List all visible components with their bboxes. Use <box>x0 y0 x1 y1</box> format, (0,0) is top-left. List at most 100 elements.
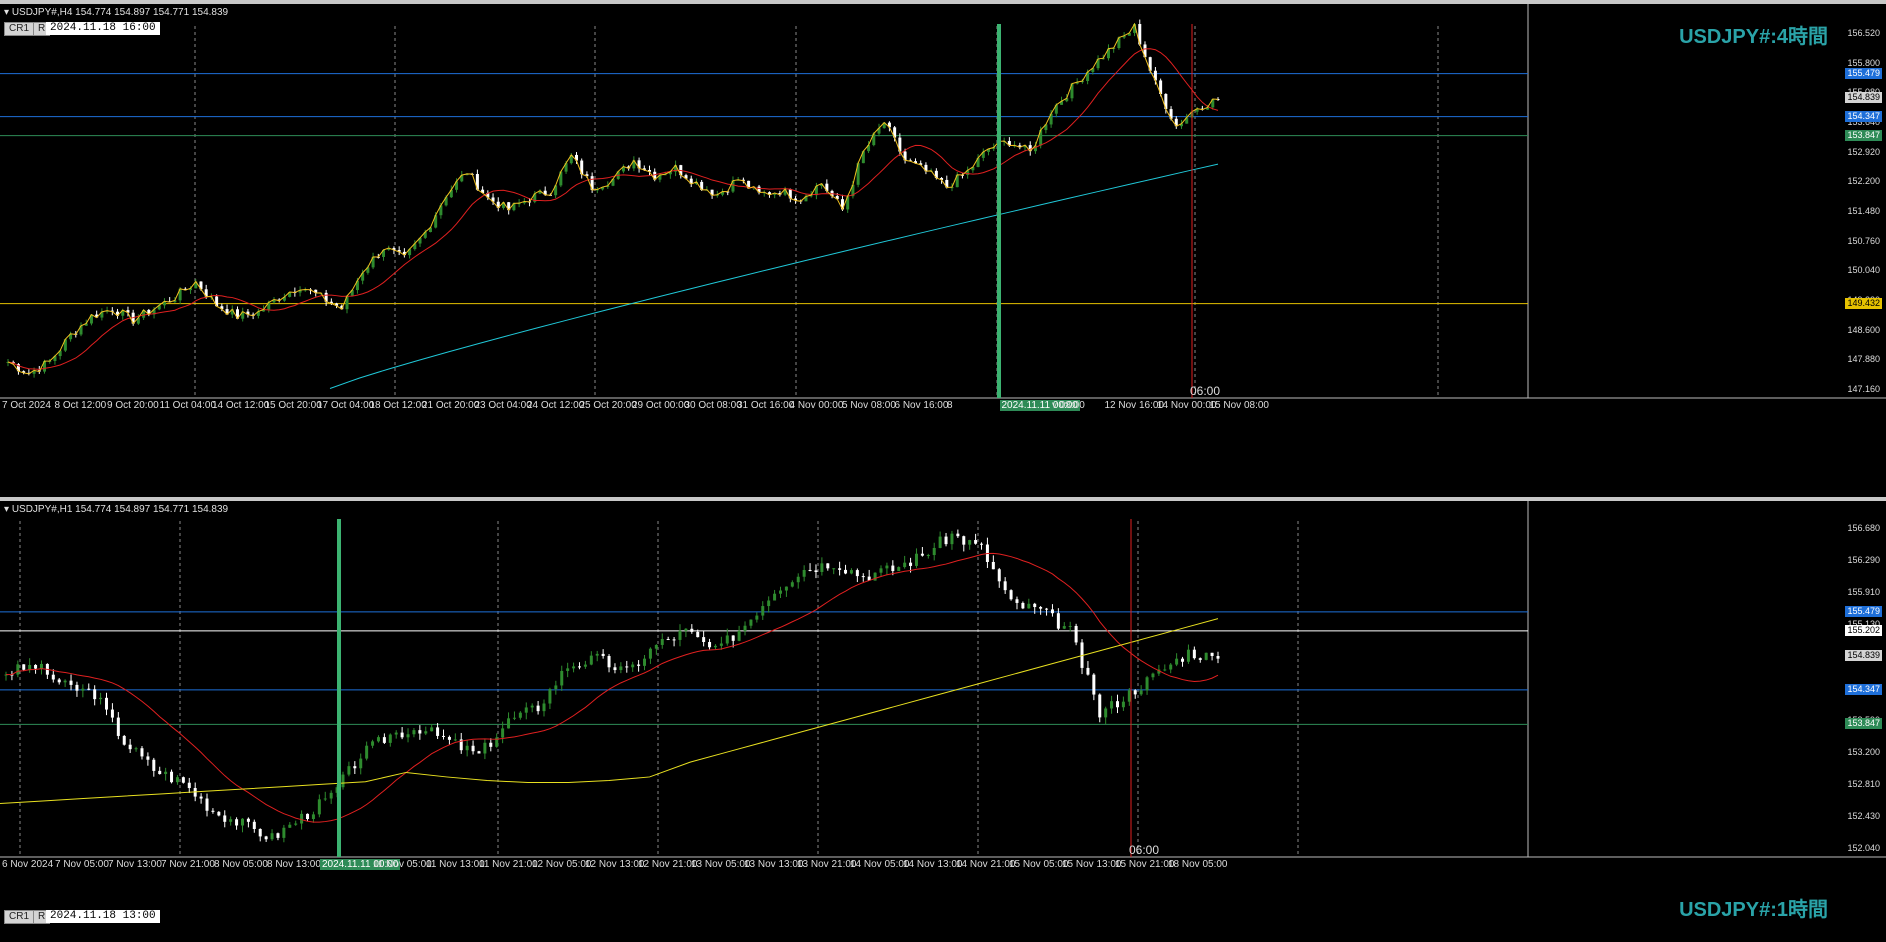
h1-candle-body <box>376 737 380 742</box>
collapse-arrow-icon[interactable]: ▾ <box>4 504 9 515</box>
h1-price-tick: 156.290 <box>1847 555 1880 565</box>
h1-time-tick: 6 Nov 2024 <box>2 859 54 870</box>
h1-chart-canvas[interactable] <box>0 501 1886 942</box>
h1-time-tick: 15 Nov 13:00 <box>1062 859 1122 870</box>
h1-time-tick: 12 Nov 13:00 <box>585 859 645 870</box>
h4-time-tick: 31 Oct 16:00 <box>737 400 795 411</box>
h1-time-tick: 12 Nov 21:00 <box>638 859 698 870</box>
h1-candle-body <box>601 653 605 657</box>
h4-price-tick: 152.200 <box>1847 176 1880 187</box>
h1-candle-body <box>536 705 540 712</box>
h1-candle-body <box>1098 694 1102 718</box>
h1-candle-body <box>767 600 771 607</box>
h1-time-tick: 7 Nov 21:00 <box>161 859 215 870</box>
h1-candle-body <box>359 758 363 769</box>
h1-candle-body <box>749 619 753 626</box>
h1-candle-body <box>530 705 534 708</box>
h1-candle-body <box>666 639 670 641</box>
h4-time-tick: 5 Nov 08:00 <box>842 400 896 411</box>
collapse-arrow-icon[interactable]: ▾ <box>4 7 9 18</box>
h1-candle-body <box>28 664 32 670</box>
h4-price-tick: 156.520 <box>1847 28 1880 38</box>
h1-candle-body <box>246 818 250 822</box>
h1-candle-body <box>1015 599 1019 603</box>
h1-time-tick: 13 Nov 21:00 <box>797 859 857 870</box>
h1-candle-body <box>199 796 203 799</box>
h1-candle-body <box>69 680 73 685</box>
h1-candle-body <box>400 732 404 738</box>
h1-candle-body <box>465 745 469 751</box>
h1-candle-body <box>57 679 61 683</box>
h1-candle-body <box>903 562 907 568</box>
h4-time-tick: 14 Oct 12:00 <box>212 400 270 411</box>
h4-time-tick: 7 Oct 2024 <box>2 400 51 411</box>
h1-cr1-button[interactable]: CR1 <box>4 910 35 924</box>
h1-candle-body <box>116 717 120 736</box>
h1-date-box[interactable]: 2024.11.18 13:00 <box>46 910 160 923</box>
h4-date-box[interactable]: 2024.11.18 16:00 <box>46 22 160 35</box>
h4-zigzag-line <box>7 22 1219 375</box>
h1-candle-body <box>1027 603 1031 609</box>
h1-candle-body <box>1151 673 1155 678</box>
h1-candle-body <box>684 628 688 631</box>
h1-candle-body <box>323 798 327 800</box>
h4-time-tick: 21 Oct 20:00 <box>422 400 480 411</box>
h1-candle-body <box>371 741 375 746</box>
h1-candle-body <box>991 561 995 570</box>
h1-candle-body <box>39 663 43 669</box>
h4-chart-header: ▾ USDJPY#,H4 154.774 154.897 154.771 154… <box>4 7 228 18</box>
h1-candle-body <box>235 819 239 826</box>
h1-candle-body <box>713 645 717 648</box>
h1-candle-body <box>418 730 422 734</box>
h1-candle-body <box>518 712 522 718</box>
h1-candle-body <box>306 813 310 820</box>
h1-candle-body <box>678 630 682 640</box>
h1-time-marker-label: 06:00 <box>1129 843 1160 857</box>
h1-candle-body <box>110 709 114 718</box>
h1-candle-body <box>820 563 824 572</box>
h4-cr1-button[interactable]: CR1 <box>4 22 35 36</box>
h4-time-tick: 12 Nov 16:00 <box>1104 400 1165 411</box>
h4-time-tick: 15 Oct 20:00 <box>264 400 322 411</box>
h1-candle-body <box>51 674 55 680</box>
h4-chart-canvas[interactable] <box>0 4 1886 497</box>
h1-candle-body <box>507 718 511 729</box>
h1-candle-body <box>873 572 877 581</box>
h1-candle-body <box>1062 626 1066 629</box>
h1-candle-body <box>282 827 286 838</box>
h4-price-tag: 153.847 <box>1845 129 1882 141</box>
h1-candle-body <box>796 576 800 583</box>
h1-candle-body <box>1033 603 1037 608</box>
h1-candle-body <box>938 536 942 548</box>
h1-candle-body <box>1003 581 1007 591</box>
h1-candle-body <box>22 664 26 670</box>
h1-candle-body <box>690 628 694 632</box>
h1-candle-body <box>737 630 741 641</box>
h1-candle-body <box>341 774 345 788</box>
h4-time-tick: 6 Nov 16:00 <box>894 400 949 411</box>
h1-candle-body <box>696 631 700 638</box>
h1-candle-body <box>276 833 280 838</box>
h1-candle-body <box>87 688 91 690</box>
h1-candle-body <box>1127 690 1131 702</box>
h1-candle-body <box>855 570 859 577</box>
h1-candle-body <box>926 555 930 557</box>
h1-candle-body <box>1050 609 1054 614</box>
h1-chart-pane[interactable]: ▾ USDJPY#,H1 154.774 154.897 154.771 154… <box>0 497 1886 942</box>
h1-candle-body <box>974 540 978 544</box>
h1-candle-body <box>1045 608 1049 610</box>
h4-chart-pane[interactable]: ▾ USDJPY#,H4 154.774 154.897 154.771 154… <box>0 0 1886 497</box>
h1-candle-body <box>471 745 475 752</box>
h4-time-tick: 4 Nov 00:00 <box>789 400 844 411</box>
h1-candle-body <box>672 639 676 641</box>
h1-candle-body <box>152 759 156 771</box>
h4-time-tick: 23 Oct 04:00 <box>474 400 532 411</box>
h1-time-tick: 14 Nov 05:00 <box>850 859 910 870</box>
h1-candle-body <box>583 664 587 667</box>
h1-candle-body <box>577 666 581 668</box>
h1-candle-body <box>838 568 842 570</box>
h4-time-tick: 25 Oct 20:00 <box>579 400 637 411</box>
h1-candle-body <box>1169 664 1173 670</box>
h1-candle-body <box>34 664 38 669</box>
h1-candle-body <box>181 777 185 783</box>
